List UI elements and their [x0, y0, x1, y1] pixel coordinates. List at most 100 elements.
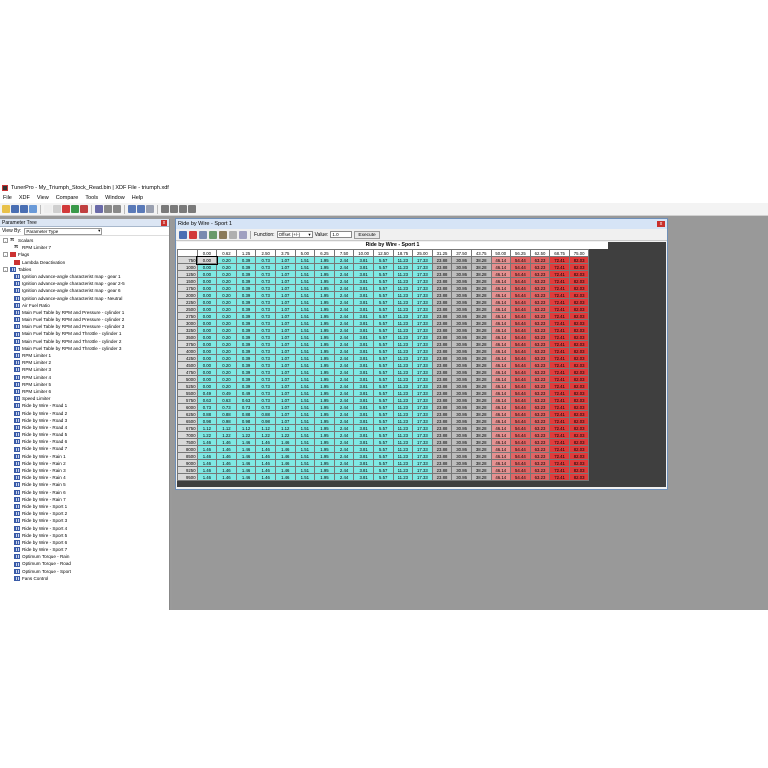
- table-cell[interactable]: 0.73: [255, 333, 276, 341]
- table-cell[interactable]: 63.23: [529, 431, 551, 439]
- table-cell[interactable]: 1.46: [274, 473, 296, 481]
- table-cell[interactable]: 0.73: [255, 340, 276, 348]
- tree-item[interactable]: Ride by Wire - Rain 3: [0, 467, 169, 474]
- table-cell[interactable]: 23.88: [431, 368, 453, 376]
- tree-item[interactable]: RPM Limiter 2: [0, 359, 169, 366]
- table-cell[interactable]: 46.14: [490, 417, 512, 425]
- row-header[interactable]: 2750: [177, 312, 198, 320]
- table-cell[interactable]: 1.12: [255, 424, 276, 432]
- value-input[interactable]: 1.0: [330, 231, 353, 238]
- help-icon[interactable]: [188, 205, 196, 213]
- table-cell[interactable]: 0.00: [196, 326, 218, 334]
- table-cell[interactable]: 5.57: [372, 389, 394, 397]
- table-cell[interactable]: 2.44: [333, 431, 355, 439]
- table-cell[interactable]: 30.86: [451, 354, 472, 362]
- table-cell[interactable]: 1.07: [274, 340, 296, 348]
- tree-item[interactable]: Ride by Wire - Rain 5: [0, 481, 169, 488]
- table-cell[interactable]: 0.73: [255, 312, 276, 320]
- row-header[interactable]: 6750: [177, 424, 198, 432]
- table-cell[interactable]: 1.46: [196, 473, 218, 481]
- tree-item[interactable]: Air Fuel Ratio: [0, 302, 169, 309]
- table-cell[interactable]: 1.07: [274, 354, 296, 362]
- table-cell[interactable]: 46.14: [490, 473, 512, 481]
- table-cell[interactable]: 0.63: [216, 396, 237, 404]
- table-cell[interactable]: 46.14: [490, 298, 512, 306]
- table-cell[interactable]: 82.03: [568, 263, 590, 271]
- table-cell[interactable]: 54.44: [510, 319, 531, 327]
- table-cell[interactable]: 0.73: [255, 284, 276, 292]
- table-cell[interactable]: 72.41: [549, 347, 570, 355]
- table-cell[interactable]: 0.73: [255, 263, 276, 271]
- table-cell[interactable]: 0.39: [235, 326, 257, 334]
- save-icon[interactable]: [179, 230, 187, 239]
- table-cell[interactable]: 1.51: [294, 431, 316, 439]
- table-cell[interactable]: 1.95: [314, 291, 335, 299]
- table-cell[interactable]: 23.88: [431, 389, 453, 397]
- table-cell[interactable]: 38.28: [470, 403, 492, 411]
- table-cell[interactable]: 2.44: [333, 340, 355, 348]
- table-cell[interactable]: 0.00: [196, 347, 218, 355]
- menu-file[interactable]: File: [3, 195, 12, 201]
- list-view-icon[interactable]: [137, 205, 145, 213]
- table-cell[interactable]: 82.03: [568, 319, 590, 327]
- column-header[interactable]: 12.50: [372, 249, 394, 257]
- table-cell[interactable]: 3.81: [353, 368, 374, 376]
- table-cell[interactable]: 0.98: [255, 417, 276, 425]
- table-cell[interactable]: 30.86: [451, 361, 472, 369]
- table-cell[interactable]: 23.88: [431, 270, 453, 278]
- tree-item[interactable]: Ride by Wire - Road 1: [0, 402, 169, 409]
- table-cell[interactable]: 0.98: [235, 417, 257, 425]
- table-cell[interactable]: 23.88: [431, 375, 453, 383]
- table-cell[interactable]: 2.44: [333, 473, 355, 481]
- table-cell[interactable]: 23.88: [431, 312, 453, 320]
- table-cell[interactable]: 72.41: [549, 263, 570, 271]
- table-cell[interactable]: 0.20: [216, 319, 237, 327]
- column-header[interactable]: 1.25: [235, 249, 257, 257]
- table-cell[interactable]: 46.14: [490, 263, 512, 271]
- table-cell[interactable]: 54.44: [510, 459, 531, 467]
- table-cell[interactable]: 0.88: [216, 410, 237, 418]
- column-header[interactable]: 37.50: [451, 249, 472, 257]
- table-cell[interactable]: 82.03: [568, 291, 590, 299]
- table-cell[interactable]: 63.23: [529, 445, 551, 453]
- table-cell[interactable]: 82.03: [568, 389, 590, 397]
- table-cell[interactable]: 30.86: [451, 382, 472, 390]
- table-cell[interactable]: 3.81: [353, 354, 374, 362]
- table-cell[interactable]: 0.20: [216, 375, 237, 383]
- tree-item[interactable]: Ride by Wire - Sport 6: [0, 539, 169, 546]
- table-cell[interactable]: 3.81: [353, 256, 374, 264]
- table-cell[interactable]: 38.28: [470, 312, 492, 320]
- table-cell[interactable]: 23.88: [431, 277, 453, 285]
- table-cell[interactable]: 5.57: [372, 445, 394, 453]
- row-header[interactable]: 1000: [177, 263, 198, 271]
- table-cell[interactable]: 2.44: [333, 263, 355, 271]
- column-header[interactable]: 10.00: [353, 249, 374, 257]
- load-bin-icon[interactable]: [29, 205, 37, 213]
- table-cell[interactable]: 1.95: [314, 431, 335, 439]
- table-cell[interactable]: 0.00: [196, 255, 218, 265]
- table-cell[interactable]: 1.95: [314, 417, 335, 425]
- row-header[interactable]: 9250: [177, 466, 198, 474]
- table-cell[interactable]: 23.88: [431, 417, 453, 425]
- table-cell[interactable]: 0.63: [196, 396, 218, 404]
- table-cell[interactable]: 82.03: [568, 354, 590, 362]
- table-cell[interactable]: 46.14: [490, 396, 512, 404]
- table-cell[interactable]: 11.23: [392, 473, 414, 481]
- table-cell[interactable]: 0.73: [255, 298, 276, 306]
- table-cell[interactable]: 30.86: [451, 424, 472, 432]
- table-cell[interactable]: 3.81: [353, 452, 374, 460]
- table-cell[interactable]: 11.23: [392, 319, 414, 327]
- table-cell[interactable]: 0.73: [255, 361, 276, 369]
- table-cell[interactable]: 63.23: [529, 305, 551, 313]
- table-cell[interactable]: 46.14: [490, 333, 512, 341]
- copy-icon[interactable]: [53, 205, 61, 213]
- table-cell[interactable]: 72.41: [549, 389, 570, 397]
- table-cell[interactable]: 72.41: [549, 431, 570, 439]
- table-cell[interactable]: 1.51: [294, 256, 316, 264]
- table-cell[interactable]: 5.57: [372, 375, 394, 383]
- table-cell[interactable]: 63.23: [529, 438, 551, 446]
- table-cell[interactable]: 3.81: [353, 284, 374, 292]
- table-cell[interactable]: 1.07: [274, 410, 296, 418]
- table-cell[interactable]: 1.22: [255, 431, 276, 439]
- table-cell[interactable]: 11.23: [392, 263, 414, 271]
